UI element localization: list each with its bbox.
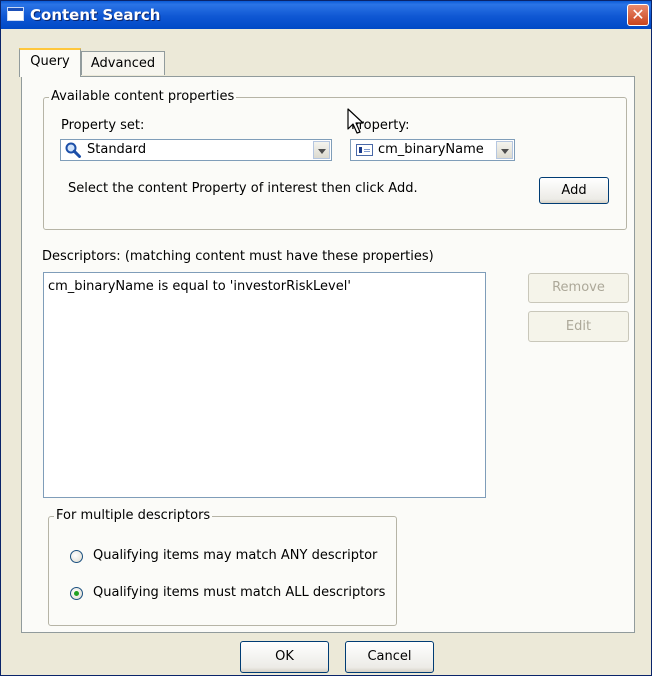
descriptors-label: Descriptors: (matching content must have… [42,249,434,264]
edit-button[interactable]: Edit [528,311,629,342]
descriptors-list[interactable]: cm_binaryName is equal to 'investorRiskL… [43,272,486,498]
multiple-descriptors-group: For multiple descriptors Qualifying item… [48,508,397,626]
tab-advanced[interactable]: Advanced [81,51,165,75]
add-button[interactable]: Add [539,177,609,204]
match-any-radio[interactable] [70,550,83,563]
descriptor-item[interactable]: cm_binaryName is equal to 'investorRiskL… [48,279,351,294]
window-title: Content Search [30,6,161,24]
property-field-icon [356,144,373,156]
property-set-dropdown-icon[interactable] [313,141,330,159]
tab-query[interactable]: Query [19,48,81,77]
remove-button[interactable]: Remove [528,273,629,303]
window-icon [7,7,24,21]
cancel-button[interactable]: Cancel [345,641,434,673]
property-set-select[interactable]: Standard [60,139,332,161]
title-bar[interactable]: Content Search ✕ [1,1,651,29]
content-search-dialog: Content Search ✕ Query Advanced Availabl… [0,0,652,676]
multiple-descriptors-legend: For multiple descriptors [54,508,213,523]
query-tab-panel: Available content properties Property se… [21,76,635,633]
match-any-label[interactable]: Qualifying items may match ANY descripto… [93,548,377,563]
ok-button[interactable]: OK [240,641,329,673]
property-dropdown-icon[interactable] [496,141,513,159]
available-properties-group: Available content properties Property se… [43,89,627,230]
property-value: cm_binaryName [378,142,484,157]
mouse-cursor-icon [347,108,364,134]
property-set-label: Property set: [61,118,145,133]
property-set-value: Standard [87,142,147,157]
search-icon [65,142,81,158]
close-button[interactable]: ✕ [627,4,649,26]
property-select[interactable]: cm_binaryName [350,139,515,161]
add-instruction-text: Select the content Property of interest … [68,181,418,196]
match-all-radio[interactable] [70,587,83,600]
match-all-label[interactable]: Qualifying items must match ALL descript… [93,585,385,600]
available-properties-legend: Available content properties [49,89,237,104]
